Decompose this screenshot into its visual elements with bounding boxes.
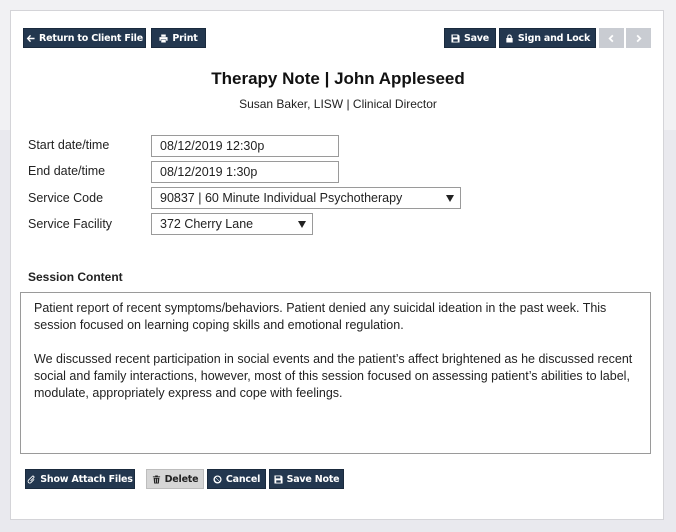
service-code-value: 90837 | 60 Minute Individual Psychothera… xyxy=(160,191,403,205)
cancel-label: Cancel xyxy=(225,473,261,485)
page-title: Therapy Note | John Appleseed xyxy=(211,69,465,88)
end-datetime-value: 08/12/2019 1:30p xyxy=(160,165,258,179)
chevron-down-icon xyxy=(298,221,306,228)
save-label: Save xyxy=(463,32,490,44)
start-datetime-value: 08/12/2019 12:30p xyxy=(160,139,265,153)
save-note-button[interactable]: Save Note xyxy=(269,469,344,489)
cancel-button[interactable]: Cancel xyxy=(207,469,266,489)
show-attach-files-button[interactable]: Show Attach Files xyxy=(25,469,135,489)
show-attach-files-label: Show Attach Files xyxy=(40,473,133,485)
sign-and-lock-button[interactable]: Sign and Lock xyxy=(499,28,596,48)
service-code-label: Service Code xyxy=(28,191,104,205)
print-button[interactable]: Print xyxy=(151,28,206,48)
service-code-select[interactable]: 90837 | 60 Minute Individual Psychothera… xyxy=(151,187,461,209)
sign-and-lock-label: Sign and Lock xyxy=(517,32,591,44)
lock-icon xyxy=(506,33,513,43)
printer-icon xyxy=(159,33,168,43)
service-facility-value: 372 Cherry Lane xyxy=(160,217,254,231)
session-paragraph: Patient report of recent symptoms/behavi… xyxy=(34,301,607,332)
service-facility-label: Service Facility xyxy=(28,217,113,231)
end-datetime-input[interactable]: 08/12/2019 1:30p xyxy=(151,161,339,183)
service-facility-select[interactable]: 372 Cherry Lane xyxy=(151,213,313,235)
previous-button[interactable] xyxy=(599,28,624,48)
save-button[interactable]: Save xyxy=(444,28,496,48)
return-to-client-file-button[interactable]: Return to Client File xyxy=(23,28,146,48)
delete-button[interactable]: Delete xyxy=(146,469,204,489)
clinician-subtitle: Susan Baker, LISW | Clinical Director xyxy=(239,97,437,111)
print-label: Print xyxy=(172,32,198,44)
floppy-disk-icon xyxy=(451,33,460,43)
session-content-label: Session Content xyxy=(28,270,123,284)
return-to-client-file-label: Return to Client File xyxy=(39,32,143,44)
ban-icon xyxy=(213,474,222,484)
chevron-down-icon xyxy=(446,195,454,202)
save-note-label: Save Note xyxy=(286,473,340,485)
paperclip-icon xyxy=(27,475,35,483)
session-content-textarea[interactable]: Patient report of recent symptoms/behavi… xyxy=(20,292,651,454)
end-datetime-label: End date/time xyxy=(28,164,106,178)
next-button[interactable] xyxy=(626,28,651,48)
session-paragraph: We discussed recent participation in soc… xyxy=(34,352,633,400)
start-datetime-input[interactable]: 08/12/2019 12:30p xyxy=(151,135,339,157)
start-datetime-label: Start date/time xyxy=(28,138,110,152)
floppy-disk-icon xyxy=(274,474,283,484)
delete-label: Delete xyxy=(164,473,199,485)
trash-icon xyxy=(152,474,160,484)
arrow-left-icon xyxy=(26,34,35,42)
chevron-right-icon xyxy=(636,34,642,42)
chevron-left-icon xyxy=(608,34,614,42)
